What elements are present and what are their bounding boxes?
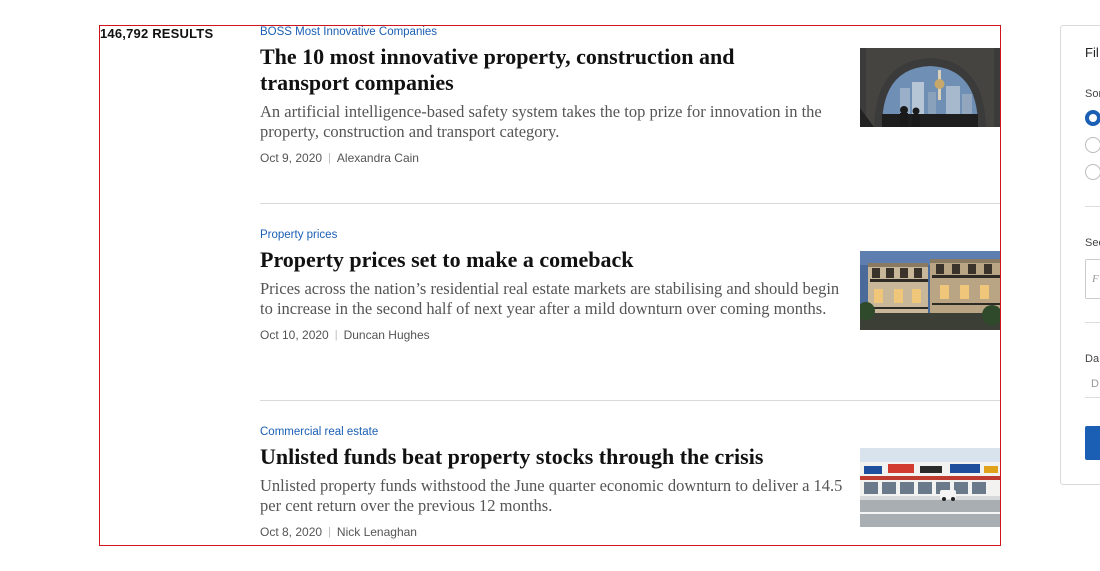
filter-divider (1085, 322, 1100, 323)
article-date: Oct 9, 2020 (260, 151, 323, 165)
meta-separator: | (334, 329, 338, 341)
filter-divider (1085, 206, 1100, 207)
sort-radio-option-2[interactable] (1085, 137, 1100, 153)
article-item[interactable]: Property prices Property prices set to m… (260, 229, 1000, 342)
meta-separator: | (328, 526, 331, 538)
article-meta: Oct 10, 2020 | Duncan Hughes (260, 328, 1000, 342)
section-input[interactable]: F (1085, 259, 1100, 299)
article-meta: Oct 8, 2020 | Nick Lenaghan (260, 525, 1000, 539)
article-divider (260, 400, 1000, 401)
article-summary: Prices across the nation’s residential r… (260, 279, 840, 318)
article-author-link[interactable]: Duncan Hughes (344, 328, 430, 342)
article-thumbnail[interactable] (860, 448, 1000, 527)
results-count: 146,792 RESULTS (100, 26, 214, 41)
tunnel-arch-image (860, 48, 1000, 127)
article-thumbnail[interactable] (860, 251, 1000, 330)
article-item[interactable]: BOSS Most Innovative Companies The 10 mo… (260, 26, 1000, 165)
meta-separator: | (328, 152, 331, 164)
section-label: Sec (1085, 237, 1100, 249)
article-date: Oct 8, 2020 (260, 525, 323, 539)
sort-radio-option-3[interactable] (1085, 164, 1100, 180)
article-divider (260, 203, 1000, 204)
article-headline-link[interactable]: Unlisted funds beat property stocks thro… (260, 444, 820, 470)
article-meta: Oct 9, 2020 | Alexandra Cain (260, 151, 1000, 165)
article-kicker-link[interactable]: Commercial real estate (260, 426, 1000, 442)
terrace-houses-image (860, 251, 1000, 330)
article-kicker-link[interactable]: Property prices (260, 229, 1000, 245)
sort-radio-option-1[interactable] (1085, 110, 1100, 126)
article-kicker-link[interactable]: BOSS Most Innovative Companies (260, 26, 1000, 42)
search-results-panel: 146,792 RESULTS BOSS Most Innovative Com… (99, 25, 1001, 546)
article-summary: An artificial intelligence-based safety … (260, 102, 822, 141)
sort-label: Sor (1085, 88, 1100, 100)
filter-panel: Fil Sor Sec F Da D (1060, 25, 1100, 485)
article-author-link[interactable]: Nick Lenaghan (337, 525, 417, 539)
date-label: Da (1085, 353, 1100, 365)
article-headline-link[interactable]: The 10 most innovative property, constru… (260, 44, 820, 96)
date-input[interactable]: D (1085, 374, 1100, 398)
article-thumbnail[interactable] (860, 48, 1000, 127)
article-headline-link[interactable]: Property prices set to make a comeback (260, 247, 820, 273)
apply-filters-button[interactable] (1085, 426, 1100, 460)
article-item[interactable]: Commercial real estate Unlisted funds be… (260, 426, 1000, 539)
article-date: Oct 10, 2020 (260, 328, 329, 342)
article-summary: Unlisted property funds withstood the Ju… (260, 476, 843, 515)
shopfront-street-image (860, 448, 1000, 527)
filter-panel-title: Fil (1085, 45, 1099, 60)
article-author-link[interactable]: Alexandra Cain (337, 151, 419, 165)
